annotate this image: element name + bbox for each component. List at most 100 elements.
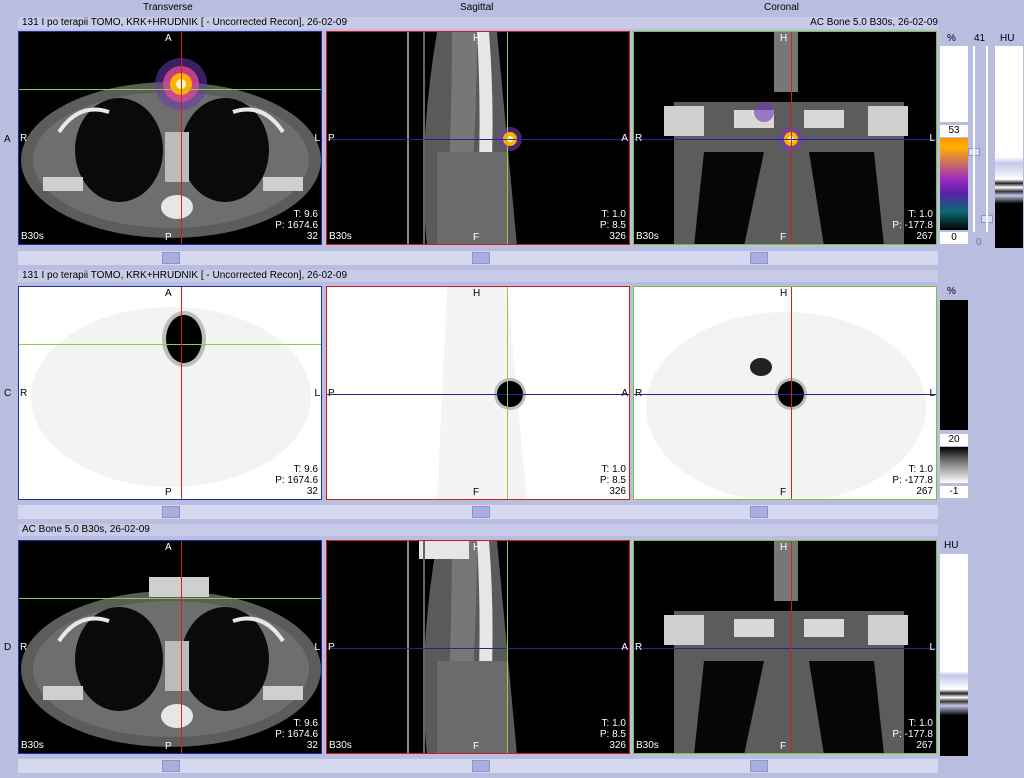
slice-number: 326 <box>609 231 626 242</box>
slice-number: 326 <box>609 486 626 497</box>
row-a-ct-info: AC Bone 5.0 B30s, 26-02-09 <box>810 17 938 28</box>
coronal-slice-thumb[interactable] <box>750 252 768 264</box>
crosshair-horizontal <box>634 648 936 649</box>
crosshair-horizontal <box>327 394 629 395</box>
row-a-coronal-viewport[interactable]: H R L F T: 1.0 P: -177.8 267 B30s <box>633 31 937 245</box>
slice-thickness: T: 9.6 <box>293 209 318 220</box>
row-a-info-bar: 131 I po terapii TOMO, KRK+HRUDNIK [ - U… <box>18 17 938 29</box>
row-c-coronal-viewport[interactable]: H R L F T: 1.0 P: -177.8 267 <box>633 286 937 500</box>
coronal-slice-thumb[interactable] <box>750 760 768 772</box>
row-d-label: D <box>4 642 12 653</box>
coronal-slice-thumb[interactable] <box>750 506 768 518</box>
row-a-hu-bar <box>995 46 1023 248</box>
crosshair-horizontal <box>327 139 629 140</box>
slice-position: P: -177.8 <box>892 729 933 740</box>
orient-right: A <box>621 133 628 144</box>
slice-number: 267 <box>916 740 933 751</box>
slice-thickness: T: 1.0 <box>601 464 626 475</box>
row-a-colorbar-min[interactable]: 0 <box>940 232 968 244</box>
orient-bottom: F <box>780 741 787 752</box>
sagittal-slice-thumb[interactable] <box>472 252 490 264</box>
transverse-slice-thumb[interactable] <box>162 506 180 518</box>
slice-thickness: T: 1.0 <box>908 464 933 475</box>
row-c-sagittal-viewport[interactable]: H P A F T: 1.0 P: 8.5 326 <box>326 286 630 500</box>
slice-number: 326 <box>609 740 626 751</box>
row-a-pet-colormap <box>940 138 968 230</box>
orient-top: A <box>165 288 172 299</box>
row-d-series-info: AC Bone 5.0 B30s, 26-02-09 <box>22 524 150 535</box>
row-a-label: A <box>4 134 11 145</box>
orient-bottom: F <box>473 232 480 243</box>
slice-number: 267 <box>916 231 933 242</box>
row-c-slice-slider[interactable] <box>18 505 938 519</box>
row-c-info-bar: 131 I po terapii TOMO, KRK+HRUDNIK [ - U… <box>18 270 938 282</box>
row-a-hu-label: HU <box>1000 33 1015 44</box>
orient-left: R <box>635 133 643 144</box>
row-a-colorbar-max[interactable]: 53 <box>940 125 968 137</box>
row-c-colorbar-max[interactable]: 20 <box>940 434 968 446</box>
row-d-sagittal-viewport[interactable]: H P A F T: 1.0 P: 8.5 326 B30s <box>326 540 630 754</box>
row-d-slice-slider[interactable] <box>18 759 938 773</box>
slice-position: P: 8.5 <box>599 729 626 740</box>
sagittal-slice-thumb[interactable] <box>472 506 490 518</box>
row-c-pet-colormap <box>940 447 968 483</box>
orient-top: H <box>780 542 788 553</box>
sagittal-slice-thumb[interactable] <box>472 760 490 772</box>
slice-info: T: 1.0 P: 8.5 326 <box>600 464 626 497</box>
orient-left: R <box>20 642 28 653</box>
series-label: B30s <box>329 740 352 751</box>
orient-left: P <box>328 388 335 399</box>
row-c-percent-label: % <box>947 286 956 297</box>
slice-info: T: 1.0 P: 8.5 326 <box>600 209 626 242</box>
sagittal-header: Sagittal <box>460 2 494 13</box>
row-a-sagittal-viewport[interactable]: H P A F T: 1.0 P: 8.5 326 B30s <box>326 31 630 245</box>
row-a-window-track[interactable] <box>973 46 975 232</box>
slice-position: P: 8.5 <box>599 475 626 486</box>
row-d-hu-label: HU <box>944 540 959 551</box>
row-a-hu-min: 0 <box>976 237 982 248</box>
row-c-colorbar-min[interactable]: -1 <box>940 486 968 498</box>
slice-info: T: 1.0 P: -177.8 267 <box>892 464 933 497</box>
orient-bottom: P <box>165 487 172 498</box>
row-a-pet-colorbar <box>940 46 968 122</box>
crosshair-horizontal <box>19 344 321 345</box>
slice-number: 32 <box>306 740 318 751</box>
row-a-slice-slider[interactable] <box>18 251 938 265</box>
coronal-header: Coronal <box>764 2 800 13</box>
transverse-slice-thumb[interactable] <box>162 252 180 264</box>
crosshair-vertical <box>507 32 508 244</box>
orient-top: A <box>165 542 172 553</box>
crosshair-horizontal <box>19 598 321 599</box>
row-a-percent-top: 41 <box>974 33 986 44</box>
slice-position: P: 1674.6 <box>275 729 318 740</box>
row-d-coronal-viewport[interactable]: H R L F T: 1.0 P: -177.8 267 B30s <box>633 540 937 754</box>
crosshair-vertical <box>791 541 792 753</box>
row-c-transverse-viewport[interactable]: A R L P T: 9.6 P: 1674.6 32 <box>18 286 322 500</box>
slice-info: T: 1.0 P: 8.5 326 <box>600 718 626 751</box>
row-a-level-track[interactable] <box>986 46 988 232</box>
slice-info: T: 9.6 P: 1674.6 32 <box>275 718 318 751</box>
orient-left: R <box>635 642 643 653</box>
row-a-series-info: 131 I po terapii TOMO, KRK+HRUDNIK [ - U… <box>22 17 348 28</box>
orient-left: P <box>328 642 335 653</box>
orient-bottom: F <box>780 232 787 243</box>
orient-right: A <box>621 388 628 399</box>
row-d-transverse-viewport[interactable]: A R L P T: 9.6 P: 1674.6 32 B30s <box>18 540 322 754</box>
slice-thickness: T: 1.0 <box>601 718 626 729</box>
orient-top: H <box>473 33 481 44</box>
orient-left: R <box>20 133 28 144</box>
slice-number: 267 <box>916 486 933 497</box>
orient-left: R <box>20 388 28 399</box>
orient-left: P <box>328 133 335 144</box>
crosshair-horizontal <box>634 139 936 140</box>
row-c-series-info: 131 I po terapii TOMO, KRK+HRUDNIK [ - U… <box>22 270 348 281</box>
slice-position: P: 1674.6 <box>275 475 318 486</box>
orient-right: L <box>929 642 935 653</box>
slice-thickness: T: 1.0 <box>908 209 933 220</box>
orient-right: L <box>314 133 320 144</box>
slice-thickness: T: 9.6 <box>293 718 318 729</box>
row-a-transverse-viewport[interactable]: A R L P T: 9.6 P: 1674.6 32 B30s <box>18 31 322 245</box>
transverse-slice-thumb[interactable] <box>162 760 180 772</box>
crosshair-horizontal <box>19 89 321 90</box>
crosshair-horizontal <box>634 394 936 395</box>
